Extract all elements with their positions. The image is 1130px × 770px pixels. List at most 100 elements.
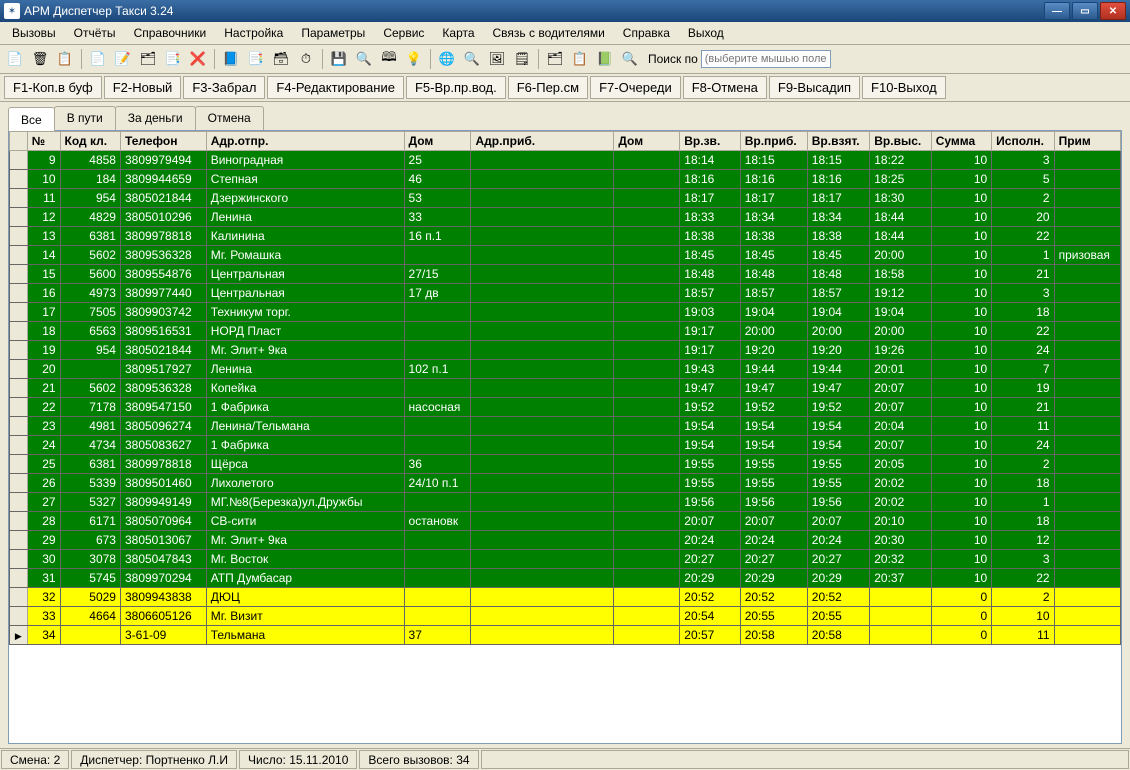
table-row[interactable]: 1649733809977440Центральная17 дв18:5718:… [10, 284, 1121, 303]
table-row[interactable]: 24473438050836271 Фабрика19:5419:5419:54… [10, 436, 1121, 455]
col-header-12[interactable]: Исполн. [992, 132, 1054, 151]
search-input[interactable] [701, 50, 831, 68]
menu-item-3[interactable]: Настройка [216, 24, 291, 42]
col-header-13[interactable]: Прим [1054, 132, 1120, 151]
table-row[interactable]: 1556003809554876Центральная27/1518:4818:… [10, 265, 1121, 284]
toolbar-btn-1[interactable]: 🗑 [29, 48, 51, 70]
cell-d2 [614, 303, 680, 322]
toolbar-btn-11[interactable]: ⏱ [295, 48, 317, 70]
cell-t1: 19:55 [680, 455, 740, 474]
toolbar-btn-6[interactable]: 📑 [162, 48, 184, 70]
tab-1[interactable]: В пути [54, 106, 116, 130]
table-row[interactable]: 2861713805070964СВ-ситиостановк20:0720:0… [10, 512, 1121, 531]
menu-item-0[interactable]: Вызовы [4, 24, 64, 42]
table-row[interactable]: 203809517927Ленина102 п.119:4319:4419:44… [10, 360, 1121, 379]
toolbar-btn-13[interactable]: 🔍 [353, 48, 375, 70]
toolbar-btn-16[interactable]: 🌐 [436, 48, 458, 70]
toolbar-btn-4[interactable]: 📝 [112, 48, 134, 70]
menu-item-8[interactable]: Справка [615, 24, 678, 42]
table-row[interactable]: 343-61-09Тельмана3720:5720:5820:58011 [10, 626, 1121, 645]
fkey-5[interactable]: F5-Вр.пр.вод. [406, 76, 506, 99]
table-row[interactable]: 3157453809970294АТП Думбасар20:2920:2920… [10, 569, 1121, 588]
toolbar-btn-18[interactable]: 🖼 [486, 48, 508, 70]
fkey-3[interactable]: F3-Забрал [183, 76, 265, 99]
table-row[interactable]: 3346643806605126Мг. Визит20:5420:5520:55… [10, 607, 1121, 626]
col-header-3[interactable]: Адр.отпр. [206, 132, 404, 151]
calls-grid[interactable]: №Код кл.ТелефонАдр.отпр.ДомАдр.приб.ДомВ… [9, 131, 1121, 645]
col-header-11[interactable]: Сумма [931, 132, 991, 151]
toolbar-btn-9[interactable]: 📑 [245, 48, 267, 70]
table-row[interactable]: 2349813805096274Ленина/Тельмана19:5419:5… [10, 417, 1121, 436]
fkey-6[interactable]: F6-Пер.см [508, 76, 588, 99]
table-row[interactable]: 296733805013067Мг. Элит+ 9ка20:2420:2420… [10, 531, 1121, 550]
menu-item-6[interactable]: Карта [434, 24, 482, 42]
table-row[interactable]: 22717838095471501 Фабриканасосная19:5219… [10, 398, 1121, 417]
toolbar-btn-21[interactable]: 📋 [569, 48, 591, 70]
toolbar-btn-3[interactable]: 📄 [87, 48, 109, 70]
col-header-5[interactable]: Адр.приб. [471, 132, 614, 151]
menu-item-5[interactable]: Сервис [375, 24, 432, 42]
fkey-10[interactable]: F10-Выход [862, 76, 946, 99]
toolbar-btn-7[interactable]: ❌ [187, 48, 209, 70]
col-header-7[interactable]: Вр.зв. [680, 132, 740, 151]
close-button[interactable]: ✕ [1100, 2, 1126, 20]
table-row[interactable]: 119543805021844Дзержинского5318:1718:171… [10, 189, 1121, 208]
table-row[interactable]: 101843809944659Степная4618:1618:1618:161… [10, 170, 1121, 189]
menu-item-7[interactable]: Связь с водителями [485, 24, 613, 42]
col-header-6[interactable]: Дом [614, 132, 680, 151]
col-header-10[interactable]: Вр.выс. [870, 132, 932, 151]
tab-3[interactable]: Отмена [195, 106, 264, 130]
table-row[interactable]: 948583809979494Виноградная2518:1418:1518… [10, 151, 1121, 170]
toolbar-btn-15[interactable]: 💡 [403, 48, 425, 70]
toolbar-btn-14[interactable]: 🕮 [378, 48, 400, 70]
table-row[interactable]: 1456023809536328Мг. Ромашка18:4518:4518:… [10, 246, 1121, 265]
col-header-1[interactable]: Код кл. [60, 132, 120, 151]
table-row[interactable]: 1363813809978818Калинина16 п.118:3818:38… [10, 227, 1121, 246]
menu-item-9[interactable]: Выход [680, 24, 732, 42]
toolbar-btn-0[interactable]: 📄 [4, 48, 26, 70]
table-row[interactable]: 3030783805047843Мг. Восток20:2720:2720:2… [10, 550, 1121, 569]
table-row[interactable]: 1865633809516531НОРД Пласт19:1720:0020:0… [10, 322, 1121, 341]
table-row[interactable]: 2156023809536328Копейка19:4719:4719:4720… [10, 379, 1121, 398]
col-header-2[interactable]: Телефон [120, 132, 206, 151]
table-row[interactable]: 1775053809903742Техникум торг.19:0319:04… [10, 303, 1121, 322]
tab-2[interactable]: За деньги [115, 106, 196, 130]
maximize-button[interactable]: ▭ [1072, 2, 1098, 20]
toolbar-btn-17[interactable]: 🔍 [461, 48, 483, 70]
table-row[interactable]: 199543805021844Мг. Элит+ 9ка19:1719:2019… [10, 341, 1121, 360]
toolbar-btn-2[interactable]: 📋 [54, 48, 76, 70]
table-row[interactable]: 2753273809949149МГ.№8(Березка)ул.Дружбы1… [10, 493, 1121, 512]
grid-container[interactable]: №Код кл.ТелефонАдр.отпр.ДомАдр.приб.ДомВ… [8, 130, 1122, 744]
col-header-9[interactable]: Вр.взят. [807, 132, 869, 151]
table-row[interactable]: 3250293809943838ДЮЦ20:5220:5220:5202 [10, 588, 1121, 607]
fkey-7[interactable]: F7-Очереди [590, 76, 681, 99]
cell-a2 [471, 170, 614, 189]
cell-sum: 0 [931, 626, 991, 645]
tab-0[interactable]: Все [8, 107, 55, 131]
cell-tel: 3809554876 [120, 265, 206, 284]
fkey-4[interactable]: F4-Редактирование [267, 76, 404, 99]
table-row[interactable]: 2563813809978818Щёрса3619:5519:5519:5520… [10, 455, 1121, 474]
fkey-9[interactable]: F9-Высадип [769, 76, 860, 99]
fkey-8[interactable]: F8-Отмена [683, 76, 767, 99]
toolbar-btn-8[interactable]: 📘 [220, 48, 242, 70]
minimize-button[interactable]: — [1044, 2, 1070, 20]
toolbar-btn-10[interactable]: 🗃 [270, 48, 292, 70]
menu-item-2[interactable]: Справочники [126, 24, 215, 42]
table-row[interactable]: 1248293805010296Ленина3318:3318:3418:341… [10, 208, 1121, 227]
toolbar-btn-12[interactable]: 💾 [328, 48, 350, 70]
menu-item-4[interactable]: Параметры [293, 24, 373, 42]
window-title: АРМ Диспетчер Такси 3.24 [24, 4, 1044, 18]
toolbar-btn-5[interactable]: 🗂 [137, 48, 159, 70]
toolbar-btn-22[interactable]: 📗 [594, 48, 616, 70]
toolbar-btn-20[interactable]: 🗂 [544, 48, 566, 70]
fkey-1[interactable]: F1-Коп.в буф [4, 76, 102, 99]
toolbar-btn-23[interactable]: 🔍 [619, 48, 641, 70]
fkey-2[interactable]: F2-Новый [104, 76, 182, 99]
col-header-4[interactable]: Дом [404, 132, 471, 151]
toolbar-btn-19[interactable]: 🗒 [511, 48, 533, 70]
col-header-0[interactable]: № [27, 132, 60, 151]
table-row[interactable]: 2653393809501460Лихолетого24/10 п.119:55… [10, 474, 1121, 493]
menu-item-1[interactable]: Отчёты [66, 24, 124, 42]
col-header-8[interactable]: Вр.приб. [740, 132, 807, 151]
